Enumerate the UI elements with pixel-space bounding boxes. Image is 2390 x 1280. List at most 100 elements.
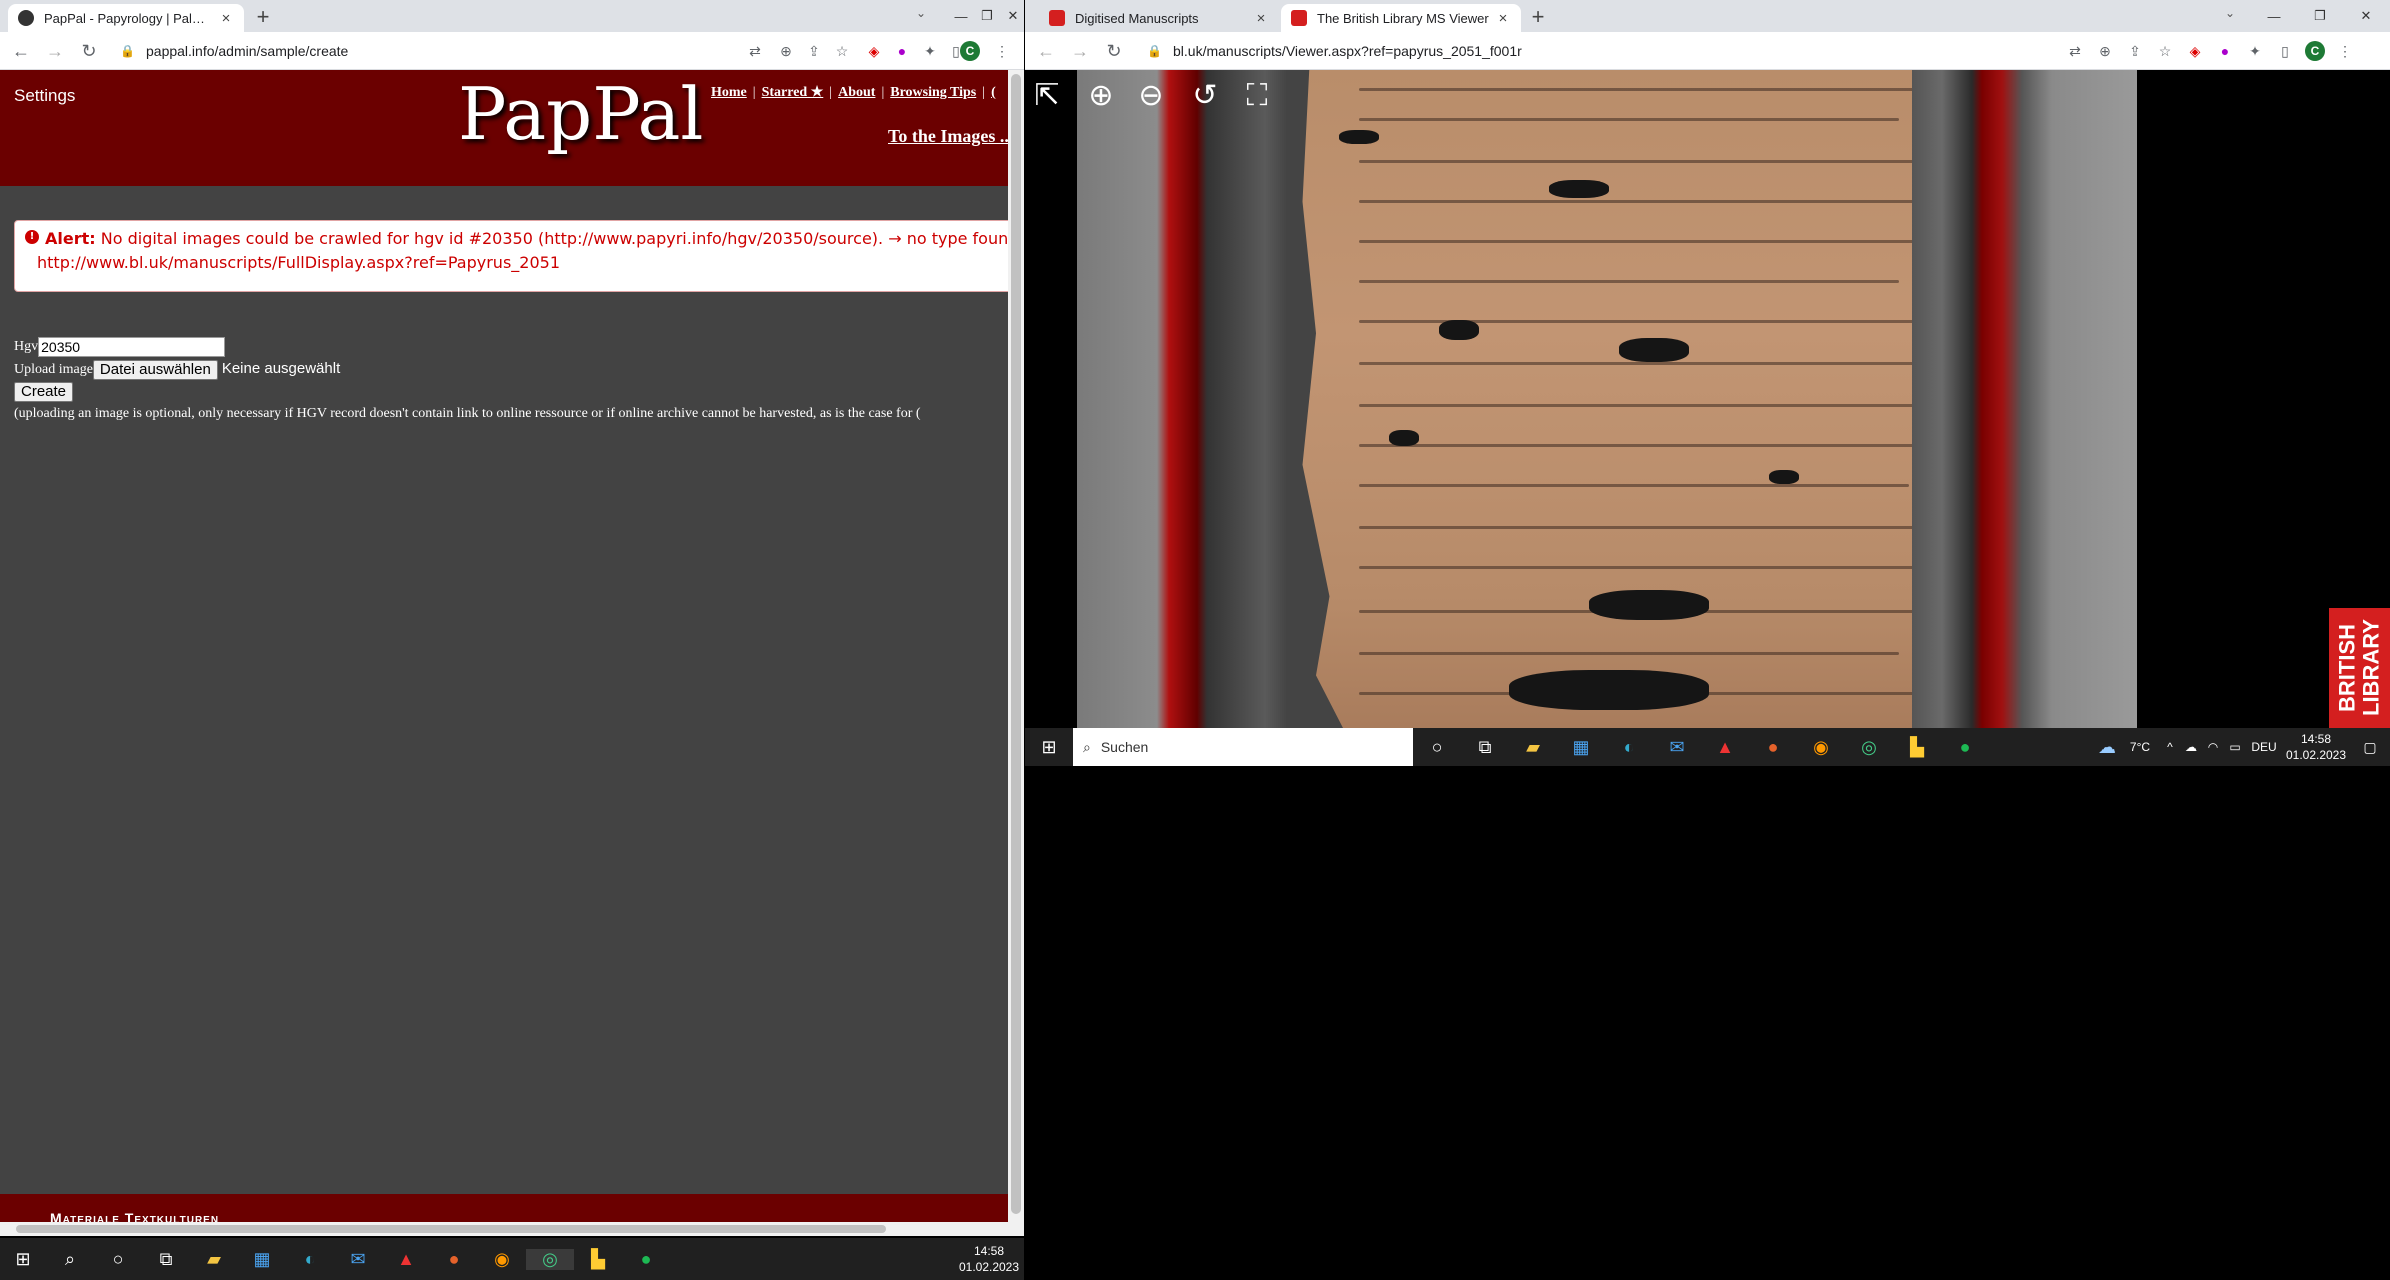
nav-more[interactable]: ( bbox=[991, 85, 996, 100]
tab-digitised-manuscripts[interactable]: Digitised Manuscripts × bbox=[1039, 4, 1279, 32]
minimize-icon[interactable]: — bbox=[2251, 0, 2297, 32]
minimize-icon[interactable]: — bbox=[948, 0, 974, 32]
notes-icon[interactable]: ▙ bbox=[574, 1249, 622, 1270]
file-explorer-icon[interactable]: ▰ bbox=[190, 1249, 238, 1270]
store-icon[interactable]: ▦ bbox=[238, 1249, 286, 1270]
spotify-icon[interactable]: ● bbox=[622, 1249, 670, 1270]
close-tab-icon[interactable]: × bbox=[1495, 10, 1511, 27]
spotify-icon[interactable]: ● bbox=[1941, 737, 1989, 758]
task-view-icon[interactable]: ⧉ bbox=[1461, 737, 1509, 758]
forward-button[interactable]: → bbox=[1069, 40, 1091, 62]
reload-button[interactable]: ↻ bbox=[1103, 40, 1125, 62]
battery-icon[interactable]: ▭ bbox=[2224, 740, 2246, 754]
rotate-icon[interactable]: ↺ bbox=[1185, 76, 1225, 116]
pappal-logo[interactable]: PapPal bbox=[458, 72, 703, 156]
bookmark-star-icon[interactable]: ☆ bbox=[832, 41, 852, 61]
notifications-icon[interactable]: ▢ bbox=[2350, 739, 2390, 756]
weather-temp[interactable]: 7°C bbox=[2120, 740, 2160, 754]
powerpoint-icon[interactable]: ● bbox=[430, 1249, 478, 1270]
bookmark-star-icon[interactable]: ☆ bbox=[2155, 41, 2175, 61]
manuscript-viewer[interactable]: ⇱ ⊕ ⊖ ↺ ⛶ BRITISH LIBRARY bbox=[1025, 70, 2390, 728]
taskbar-clock[interactable]: 14:58 01.02.2023 bbox=[954, 1243, 1024, 1275]
side-panel-icon[interactable]: ▯ bbox=[2275, 41, 2295, 61]
nav-about[interactable]: About bbox=[838, 85, 875, 100]
start-windows-icon[interactable]: ⊞ bbox=[1025, 737, 1073, 758]
back-button[interactable]: ← bbox=[1035, 40, 1057, 62]
weather-cloud-icon[interactable]: ☁ bbox=[2094, 737, 2120, 758]
menu-kebab-icon[interactable]: ⋮ bbox=[2335, 41, 2355, 61]
exit-viewer-icon[interactable]: ⇱ bbox=[1027, 76, 1067, 116]
acrobat-icon[interactable]: ▲ bbox=[1701, 737, 1749, 758]
to-the-images-link[interactable]: To the Images ... bbox=[888, 126, 1013, 147]
create-button[interactable]: Create bbox=[14, 381, 74, 402]
extension-purple-icon[interactable]: ● bbox=[892, 41, 912, 61]
acrobat-icon[interactable]: ▲ bbox=[382, 1249, 430, 1270]
zoom-out-icon[interactable]: ⊖ bbox=[1131, 76, 1171, 116]
profile-avatar[interactable]: C bbox=[960, 41, 980, 61]
reload-button[interactable]: ↻ bbox=[78, 40, 100, 62]
language-indicator[interactable]: DEU bbox=[2246, 740, 2282, 754]
horizontal-scroll-thumb[interactable] bbox=[16, 1225, 886, 1233]
zoom-in-icon[interactable]: ⊕ bbox=[1081, 76, 1121, 116]
taskbar-clock[interactable]: 14:58 01.02.2023 bbox=[2282, 731, 2350, 763]
profile-avatar[interactable]: C bbox=[2305, 41, 2325, 61]
mail-icon[interactable]: ✉ bbox=[334, 1249, 382, 1270]
notes-icon[interactable]: ▙ bbox=[1893, 737, 1941, 758]
nav-starred[interactable]: Starred ★ bbox=[762, 85, 824, 100]
cortana-icon[interactable]: ○ bbox=[94, 1249, 142, 1270]
hgv-input[interactable] bbox=[38, 336, 226, 357]
store-icon[interactable]: ▦ bbox=[1557, 737, 1605, 758]
address-bar[interactable]: 🔒 bl.uk/manuscripts/Viewer.aspx?ref=papy… bbox=[1135, 37, 2075, 65]
british-library-badge[interactable]: BRITISH LIBRARY bbox=[2329, 608, 2390, 728]
fit-screen-icon[interactable]: ⛶ bbox=[1237, 76, 1277, 116]
firefox-icon[interactable]: ◉ bbox=[1797, 737, 1845, 758]
tab-pappal[interactable]: PapPal - Papyrology | Paleograph × bbox=[8, 4, 244, 32]
onedrive-icon[interactable]: ☁ bbox=[2180, 740, 2202, 754]
extension-shield-icon[interactable]: ◈ bbox=[2185, 41, 2205, 61]
zoom-icon[interactable]: ⊕ bbox=[2095, 41, 2115, 61]
close-window-icon[interactable]: ✕ bbox=[1000, 0, 1024, 32]
restore-icon[interactable]: ❐ bbox=[2297, 0, 2343, 32]
nav-browsing-tips[interactable]: Browsing Tips bbox=[890, 85, 976, 100]
close-tab-icon[interactable]: × bbox=[218, 10, 234, 27]
back-button[interactable]: ← bbox=[10, 40, 32, 62]
wifi-icon[interactable]: ◠ bbox=[2202, 740, 2224, 754]
share-icon[interactable]: ⇪ bbox=[804, 41, 824, 61]
firefox-icon[interactable]: ◉ bbox=[478, 1249, 526, 1270]
extension-shield-icon[interactable]: ◈ bbox=[864, 41, 884, 61]
restore-icon[interactable]: ❐ bbox=[974, 0, 1000, 32]
edge-icon[interactable]: ◐ bbox=[1605, 737, 1653, 758]
mail-icon[interactable]: ✉ bbox=[1653, 737, 1701, 758]
new-tab-button[interactable]: + bbox=[250, 4, 276, 30]
nav-home[interactable]: Home bbox=[711, 85, 747, 100]
tab-search-icon[interactable]: ⌄ bbox=[916, 6, 926, 20]
settings-link[interactable]: Settings bbox=[14, 86, 75, 106]
menu-kebab-icon[interactable]: ⋮ bbox=[992, 41, 1012, 61]
vertical-scroll-thumb[interactable] bbox=[1011, 74, 1021, 1214]
file-explorer-icon[interactable]: ▰ bbox=[1509, 737, 1557, 758]
close-tab-icon[interactable]: × bbox=[1253, 10, 1269, 27]
extensions-puzzle-icon[interactable]: ✦ bbox=[920, 41, 940, 61]
task-view-icon[interactable]: ⧉ bbox=[142, 1249, 190, 1270]
address-bar[interactable]: 🔒 pappal.info/admin/sample/create bbox=[108, 37, 728, 65]
horizontal-scrollbar[interactable] bbox=[0, 1222, 1008, 1236]
share-icon[interactable]: ⇪ bbox=[2125, 41, 2145, 61]
chrome-icon[interactable]: ◎ bbox=[1845, 737, 1893, 758]
cortana-icon[interactable]: ○ bbox=[1413, 737, 1461, 758]
edge-icon[interactable]: ◐ bbox=[286, 1249, 334, 1270]
vertical-scrollbar[interactable] bbox=[1008, 70, 1024, 1236]
papyrus-image[interactable] bbox=[1302, 70, 1958, 728]
zoom-icon[interactable]: ⊕ bbox=[776, 41, 796, 61]
close-window-icon[interactable]: ✕ bbox=[2343, 0, 2389, 32]
translate-icon[interactable]: ⇄ bbox=[745, 41, 765, 61]
tab-ms-viewer[interactable]: The British Library MS Viewer × bbox=[1281, 4, 1521, 32]
taskbar-search[interactable]: ⌕ Suchen bbox=[1073, 728, 1413, 766]
forward-button[interactable]: → bbox=[44, 40, 66, 62]
chrome-icon[interactable]: ◎ bbox=[526, 1248, 574, 1270]
search-icon[interactable]: ⌕ bbox=[46, 1249, 94, 1270]
tab-search-icon[interactable]: ⌄ bbox=[2225, 6, 2235, 20]
start-windows-icon[interactable]: ⊞ bbox=[0, 1249, 46, 1270]
new-tab-button[interactable]: + bbox=[1525, 4, 1551, 30]
powerpoint-icon[interactable]: ● bbox=[1749, 737, 1797, 758]
extension-purple-icon[interactable]: ● bbox=[2215, 41, 2235, 61]
